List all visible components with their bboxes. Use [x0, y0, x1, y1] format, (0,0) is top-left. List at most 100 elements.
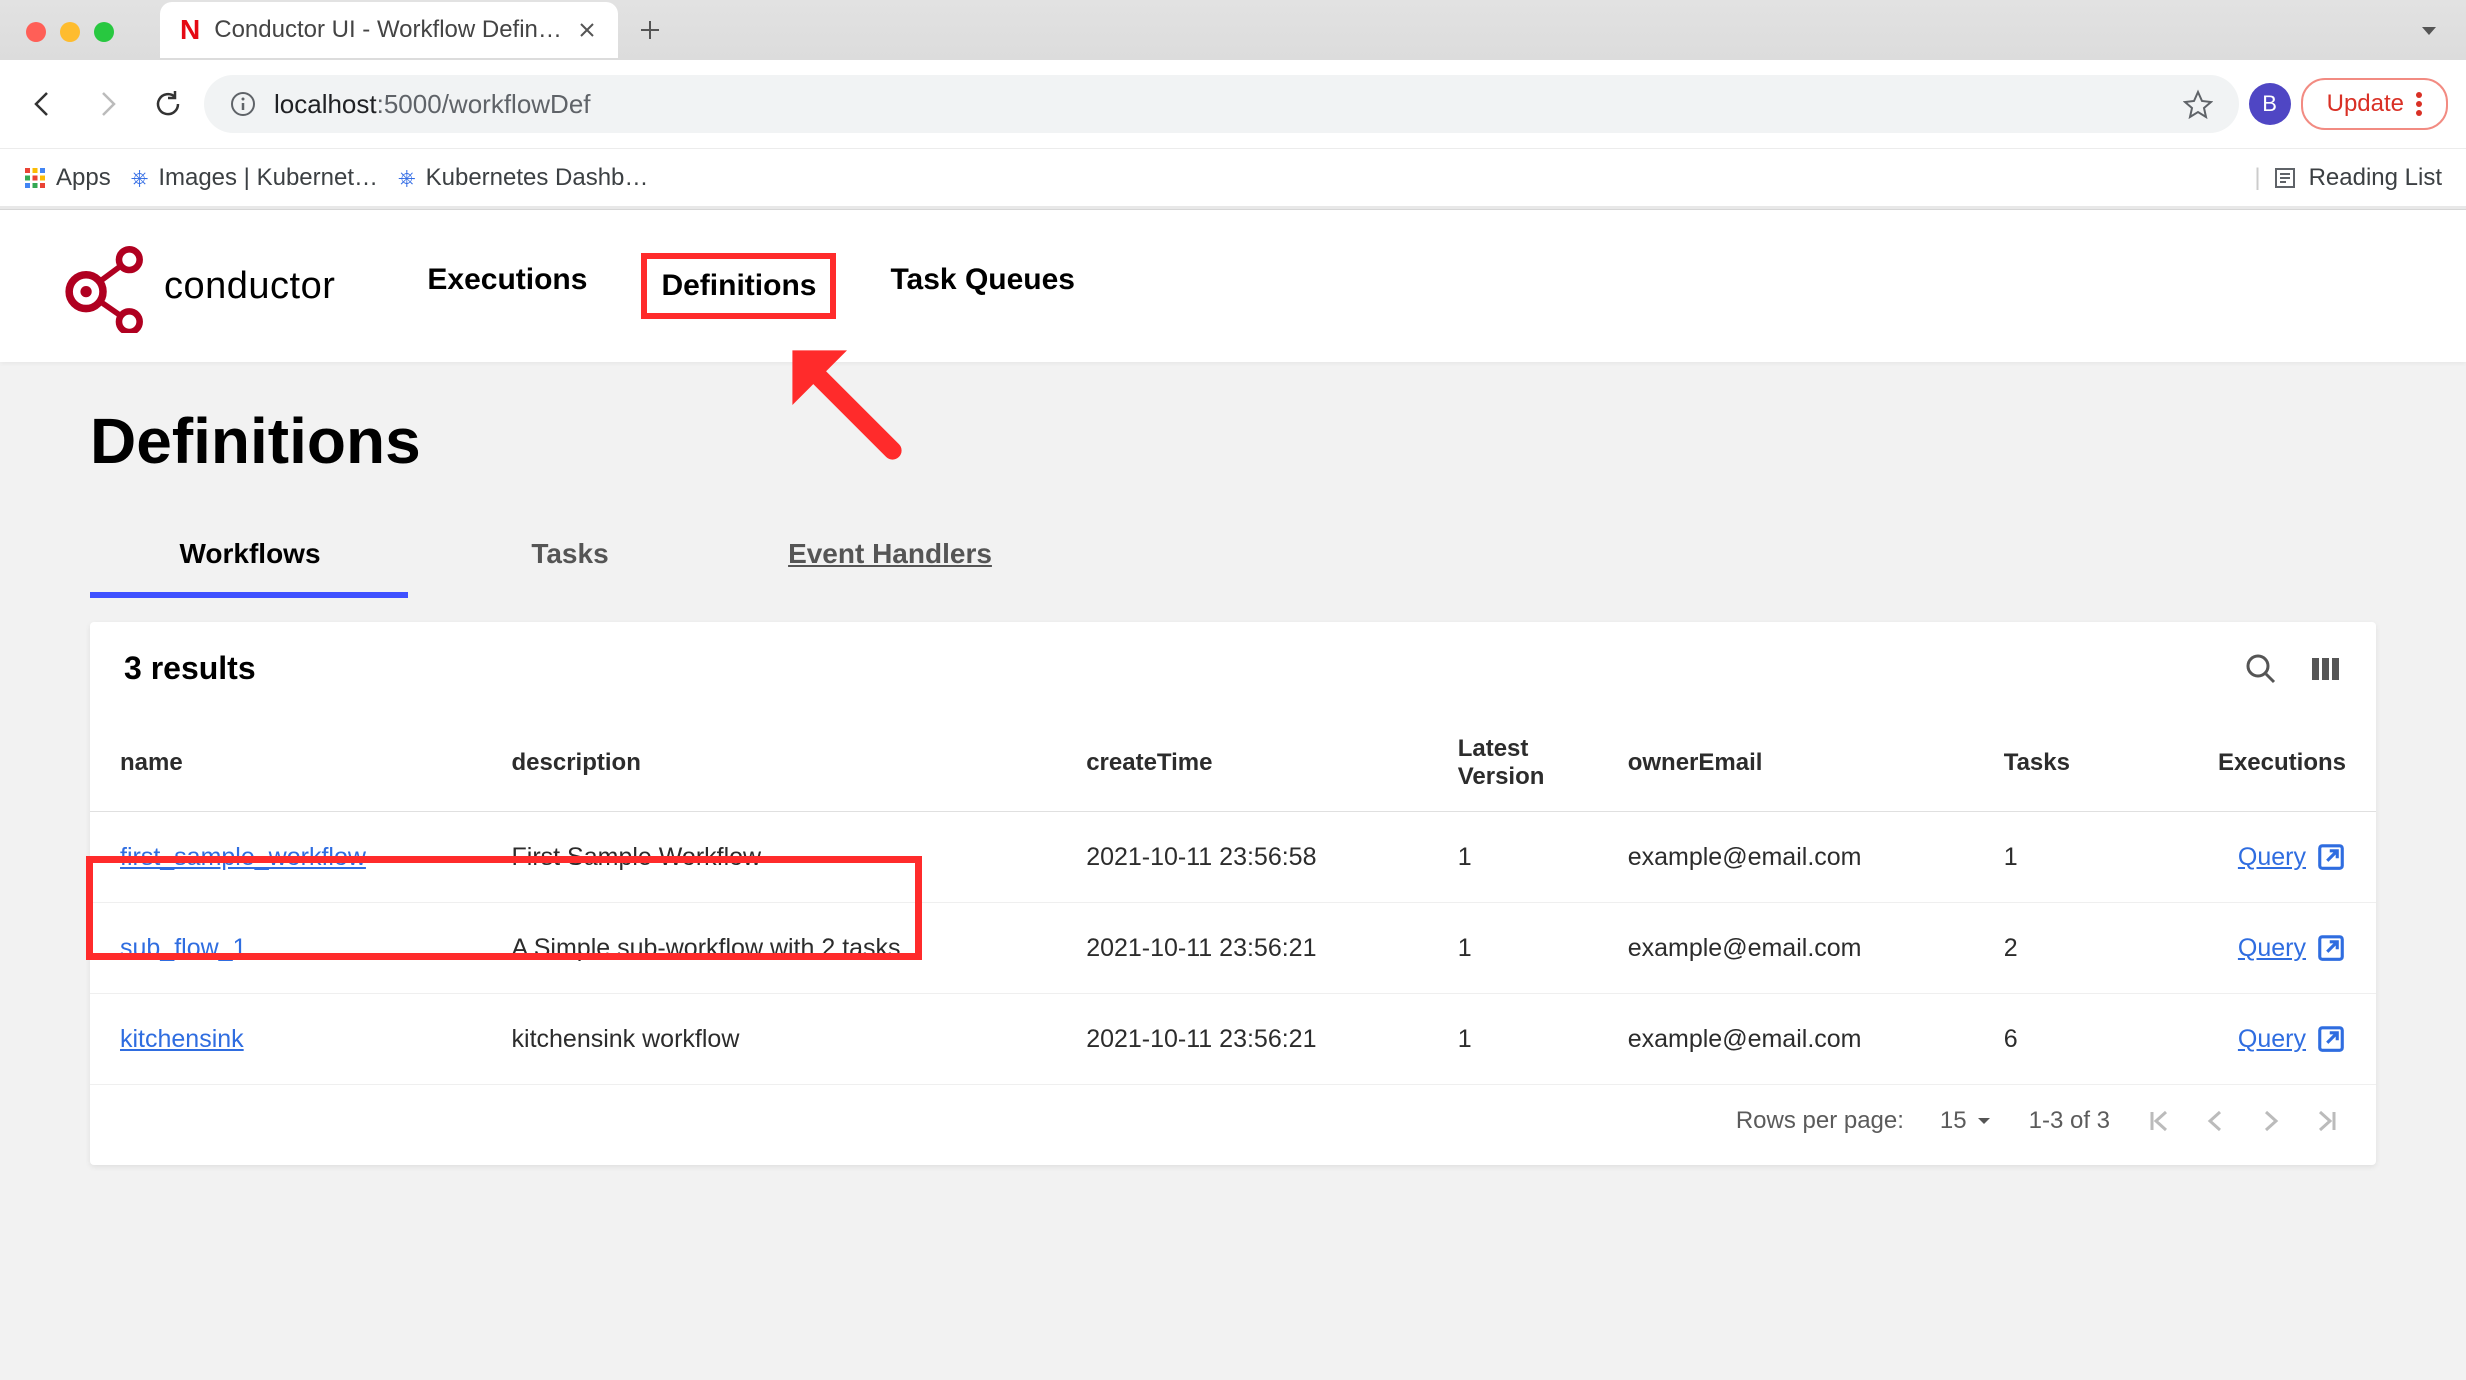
bookmark-star-icon[interactable]	[2183, 89, 2213, 119]
query-executions-link[interactable]: Query	[2238, 933, 2346, 963]
col-owneremail[interactable]: ownerEmail	[1598, 715, 1974, 812]
col-tasks[interactable]: Tasks	[1974, 715, 2136, 812]
forward-button	[80, 78, 132, 130]
active-tab-indicator	[90, 592, 408, 598]
url-path: /workflowDef	[442, 89, 591, 119]
cell-description: kitchensink workflow	[482, 994, 1057, 1085]
close-tab-icon[interactable]	[576, 19, 598, 41]
conductor-logo-icon	[56, 239, 150, 333]
search-icon[interactable]	[2244, 652, 2278, 686]
table-footer: Rows per page: 15 1-3 of 3	[90, 1085, 2376, 1157]
window-close-button[interactable]	[26, 22, 46, 42]
cell-tasks: 2	[1974, 903, 2136, 994]
cell-latest-version: 1	[1428, 994, 1598, 1085]
update-label: Update	[2327, 90, 2404, 118]
cell-createtime: 2021-10-11 23:56:21	[1056, 903, 1428, 994]
table-row: sub_flow_1 A Simple sub-workflow with 2 …	[90, 903, 2376, 994]
app-header: conductor Executions Definitions Task Qu…	[0, 210, 2466, 362]
reading-list-label: Reading List	[2309, 164, 2442, 192]
more-vert-icon	[2416, 92, 2422, 116]
bookmark-label: Kubernetes Dashb…	[426, 164, 649, 192]
reading-list-button[interactable]: | Reading List	[2254, 164, 2442, 192]
url-port: :5000	[377, 89, 442, 119]
results-count: 3 results	[124, 650, 256, 687]
nav-executions[interactable]: Executions	[421, 253, 593, 319]
cell-tasks: 6	[1974, 994, 2136, 1085]
first-page-icon	[2146, 1108, 2172, 1134]
kubernetes-icon: ⎈	[131, 165, 149, 191]
cell-owner-email: example@email.com	[1598, 903, 1974, 994]
workflow-name-link[interactable]: first_sample_workflow	[120, 843, 366, 871]
last-page-icon	[2314, 1108, 2340, 1134]
table-row: kitchensink kitchensink workflow 2021-10…	[90, 994, 2376, 1085]
browser-tab-title: Conductor UI - Workflow Defin…	[214, 16, 562, 44]
apps-label: Apps	[56, 164, 111, 192]
rows-per-page-label: Rows per page:	[1736, 1107, 1904, 1135]
conductor-logo[interactable]: conductor	[56, 239, 335, 333]
main-nav: Executions Definitions Task Queues	[421, 253, 1081, 319]
cell-latest-version: 1	[1428, 903, 1598, 994]
netflix-favicon-icon: N	[180, 14, 200, 46]
tab-workflows[interactable]: Workflows	[90, 510, 410, 598]
bookmark-label: Images | Kubernet…	[158, 164, 378, 192]
conductor-logo-text: conductor	[164, 265, 335, 308]
cell-owner-email: example@email.com	[1598, 812, 1974, 903]
profile-badge[interactable]: B	[2249, 83, 2291, 125]
cell-description: First Sample Workflow	[482, 812, 1057, 903]
update-button[interactable]: Update	[2301, 78, 2448, 130]
browser-tab-row: N Conductor UI - Workflow Defin…	[0, 0, 2466, 60]
url-bar[interactable]: localhost:5000/workflowDef	[204, 75, 2239, 133]
columns-icon[interactable]	[2308, 652, 2342, 686]
chrome-profile-dropdown-icon[interactable]	[2414, 16, 2444, 46]
open-external-icon	[2316, 933, 2346, 963]
new-tab-button[interactable]	[632, 12, 668, 48]
pagination-range: 1-3 of 3	[2029, 1107, 2110, 1135]
rows-per-page-value: 15	[1940, 1107, 1967, 1135]
apps-grid-icon	[24, 167, 46, 189]
nav-definitions[interactable]: Definitions	[641, 253, 836, 319]
col-executions[interactable]: Executions	[2135, 715, 2376, 812]
bookmarks-bar: Apps ⎈ Images | Kubernet… ⎈ Kubernetes D…	[0, 148, 2466, 206]
nav-task-queues[interactable]: Task Queues	[884, 253, 1081, 319]
prev-page-icon	[2202, 1108, 2228, 1134]
tab-tasks[interactable]: Tasks	[410, 510, 730, 598]
query-executions-link[interactable]: Query	[2238, 842, 2346, 872]
bookmark-item-k8s-images[interactable]: ⎈ Images | Kubernet…	[131, 164, 378, 192]
results-card: 3 results name description createTime La…	[90, 622, 2376, 1165]
cell-tasks: 1	[1974, 812, 2136, 903]
window-controls	[26, 22, 114, 42]
cell-latest-version: 1	[1428, 812, 1598, 903]
workflow-name-link[interactable]: kitchensink	[120, 1025, 244, 1053]
apps-shortcut[interactable]: Apps	[24, 164, 111, 192]
page-title: Definitions	[90, 404, 2376, 478]
window-minimize-button[interactable]	[60, 22, 80, 42]
workflow-name-link[interactable]: sub_flow_1	[120, 934, 246, 962]
kubernetes-icon: ⎈	[398, 165, 416, 191]
reload-button[interactable]	[142, 78, 194, 130]
reading-list-icon	[2273, 166, 2297, 190]
table-header-row: name description createTime Latest Versi…	[90, 715, 2376, 812]
site-info-icon[interactable]	[230, 91, 256, 117]
cell-createtime: 2021-10-11 23:56:21	[1056, 994, 1428, 1085]
cell-description: A Simple sub-workflow with 2 tasks	[482, 903, 1057, 994]
col-description[interactable]: description	[482, 715, 1057, 812]
chevron-down-icon	[1975, 1112, 1993, 1130]
next-page-icon	[2258, 1108, 2284, 1134]
browser-tab[interactable]: N Conductor UI - Workflow Defin…	[160, 2, 618, 58]
window-maximize-button[interactable]	[94, 22, 114, 42]
url-host: localhost	[274, 89, 377, 119]
tab-event-handlers[interactable]: Event Handlers	[730, 510, 1050, 598]
table-row: first_sample_workflow First Sample Workf…	[90, 812, 2376, 903]
rows-per-page-select[interactable]: 15	[1940, 1107, 1993, 1135]
open-external-icon	[2316, 842, 2346, 872]
open-external-icon	[2316, 1024, 2346, 1054]
bookmark-item-k8s-dashboard[interactable]: ⎈ Kubernetes Dashb…	[398, 164, 648, 192]
query-executions-link[interactable]: Query	[2238, 1024, 2346, 1054]
definitions-table: name description createTime Latest Versi…	[90, 715, 2376, 1085]
cell-owner-email: example@email.com	[1598, 994, 1974, 1085]
col-createtime[interactable]: createTime	[1056, 715, 1428, 812]
cell-createtime: 2021-10-11 23:56:58	[1056, 812, 1428, 903]
col-name[interactable]: name	[90, 715, 482, 812]
back-button[interactable]	[18, 78, 70, 130]
col-latest-version[interactable]: Latest Version	[1428, 715, 1598, 812]
